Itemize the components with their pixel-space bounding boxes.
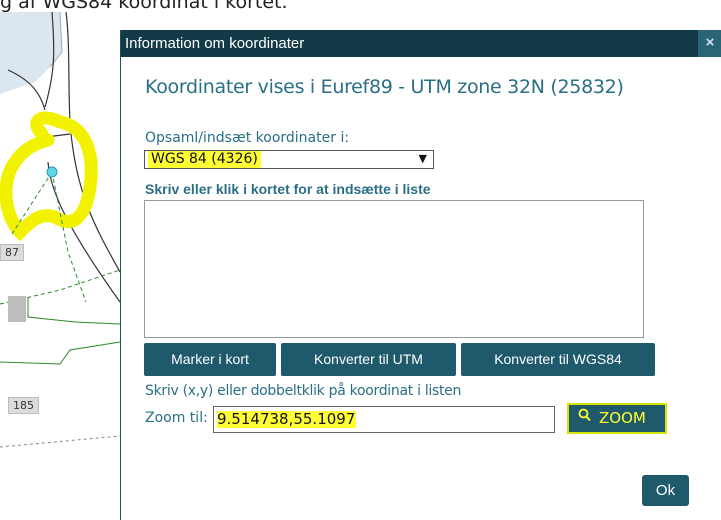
zoom-input[interactable]: 9.514738,55.1097 bbox=[213, 406, 555, 433]
projection-select[interactable]: WGS 84 (4326) ▼ bbox=[144, 150, 434, 169]
mark-in-map-button[interactable]: Marker i kort bbox=[144, 343, 276, 376]
close-icon[interactable]: × bbox=[698, 30, 721, 57]
select-label: Opsaml/indsæt koordinater i: bbox=[145, 130, 350, 146]
dashed-line bbox=[0, 435, 121, 448]
zoom-hint: Skriv (x,y) eller dobbeltklik på koordin… bbox=[145, 383, 462, 399]
coordinate-dialog: Information om koordinater × Koordinater… bbox=[120, 30, 721, 520]
dialog-title: Information om koordinater bbox=[125, 35, 305, 52]
ok-button[interactable]: Ok bbox=[642, 475, 689, 506]
projection-headline: Koordinater vises i Euref89 - UTM zone 3… bbox=[145, 76, 624, 98]
boundary-line bbox=[0, 341, 121, 365]
parcel-label: 185 bbox=[8, 397, 39, 414]
convert-to-wgs84-button[interactable]: Konverter til WGS84 bbox=[461, 343, 655, 376]
boundary-dashed bbox=[51, 171, 87, 303]
select-value: WGS 84 (4326) bbox=[148, 151, 261, 168]
dialog-titlebar[interactable]: Information om koordinater × bbox=[121, 30, 721, 57]
boundary-line bbox=[27, 297, 121, 325]
zoom-input-value: 9.514738,55.1097 bbox=[217, 410, 357, 428]
parcel-label: 87 bbox=[0, 244, 24, 261]
zoom-button-label: ZOOM bbox=[599, 409, 646, 427]
zoom-button[interactable]: ZOOM bbox=[567, 403, 667, 434]
zoom-label: Zoom til: bbox=[145, 410, 208, 426]
convert-to-utm-button[interactable]: Konverter til UTM bbox=[281, 343, 456, 376]
location-marker bbox=[46, 166, 58, 178]
coordinate-list[interactable] bbox=[144, 200, 644, 338]
list-label: Skriv eller klik i kortet for at indsætt… bbox=[145, 181, 431, 197]
chevron-down-icon: ▼ bbox=[418, 152, 427, 165]
search-icon bbox=[578, 405, 591, 432]
parcel-block bbox=[8, 296, 26, 322]
